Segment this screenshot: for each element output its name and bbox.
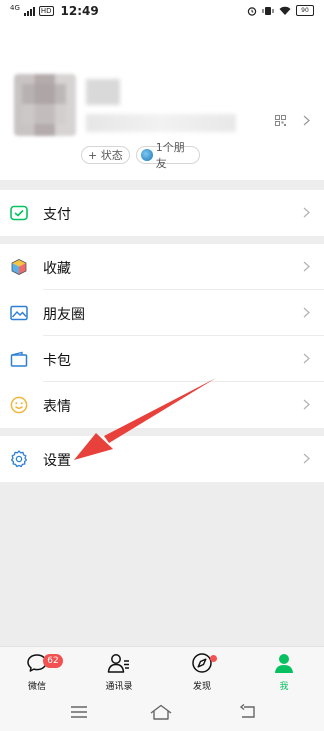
menu-label-settings: 设置 — [43, 453, 71, 469]
wifi-icon — [279, 6, 291, 15]
hd-badge: HD — [38, 6, 54, 16]
menu-item-cards[interactable]: 卡包 — [0, 336, 324, 382]
person-icon — [275, 654, 293, 673]
status-bar: 4G HD 12:49 90 — [0, 0, 324, 22]
status-time: 12:49 — [60, 4, 99, 18]
pay-icon — [10, 205, 28, 221]
settings-group: 设置 — [0, 436, 324, 482]
smile-icon — [10, 396, 28, 414]
unread-badge: 62 — [43, 654, 63, 668]
qr-code-icon[interactable] — [275, 115, 286, 126]
home-icon[interactable] — [150, 704, 172, 720]
tab-me[interactable]: 我 — [254, 651, 314, 692]
vibrate-icon — [262, 6, 274, 15]
chevron-right-icon — [303, 207, 310, 218]
alarm-icon — [247, 6, 257, 16]
tab-label-contacts: 通讯录 — [105, 682, 133, 692]
tab-discover[interactable]: 发现 — [172, 651, 232, 692]
friend-avatar-icon — [141, 149, 153, 161]
wechat-id-blurred — [86, 114, 236, 132]
pay-group: 支付 — [0, 190, 324, 236]
tab-label-discover: 发现 — [192, 682, 211, 692]
chevron-right-icon — [303, 307, 310, 318]
status-left: 4G HD 12:49 — [10, 4, 99, 18]
compass-icon — [192, 653, 212, 673]
menu-item-moments[interactable]: 朋友圈 — [0, 290, 324, 336]
signal-icon — [23, 6, 35, 16]
menu-label-cards: 卡包 — [43, 353, 71, 369]
nickname-blurred — [86, 79, 120, 105]
tab-label-chats: 微信 — [27, 682, 46, 692]
menu-label-pay: 支付 — [43, 207, 71, 223]
avatar[interactable] — [14, 74, 76, 136]
menu-item-stickers[interactable]: 表情 — [0, 382, 324, 428]
tab-chats[interactable]: 微信 62 — [7, 651, 67, 692]
menu-item-settings[interactable]: 设置 — [0, 436, 324, 482]
system-nav-bar — [0, 695, 324, 731]
cube-icon — [11, 259, 27, 275]
add-status-button[interactable]: + 状态 — [81, 146, 130, 164]
chevron-right-icon — [303, 261, 310, 272]
tab-contacts[interactable]: 通讯录 — [89, 651, 149, 692]
new-content-dot — [210, 655, 217, 662]
back-icon[interactable] — [238, 704, 258, 720]
status-right: 90 — [247, 5, 314, 16]
menu-label-stickers: 表情 — [43, 399, 71, 415]
menu-label-moments: 朋友圈 — [43, 307, 85, 323]
picture-icon — [10, 305, 28, 321]
gear-icon — [10, 450, 28, 468]
status-label: + 状态 — [88, 149, 123, 162]
menu-item-pay[interactable]: 支付 — [0, 190, 324, 236]
chevron-right-icon — [303, 399, 310, 410]
menu-icon[interactable] — [70, 704, 88, 720]
card-icon — [10, 351, 28, 367]
profile-header[interactable]: + 状态 1个朋友 — [0, 22, 324, 180]
contacts-icon — [107, 654, 129, 673]
network-type: 4G — [10, 3, 20, 12]
bottom-tab-bar: 微信 62 通讯录 发现 我 — [0, 646, 324, 695]
friends-status-button[interactable]: 1个朋友 — [136, 141, 200, 170]
menu-item-favorites[interactable]: 收藏 — [0, 244, 324, 290]
menu-label-favorites: 收藏 — [43, 261, 71, 277]
main-menu-group: 收藏 朋友圈 卡包 表情 — [0, 244, 324, 428]
battery-indicator: 90 — [296, 5, 314, 16]
tab-label-me: 我 — [279, 682, 289, 692]
chevron-right-icon[interactable] — [303, 115, 310, 126]
friends-label: 1个朋友 — [155, 141, 185, 170]
chevron-right-icon — [303, 353, 310, 364]
chevron-right-icon — [303, 453, 310, 464]
